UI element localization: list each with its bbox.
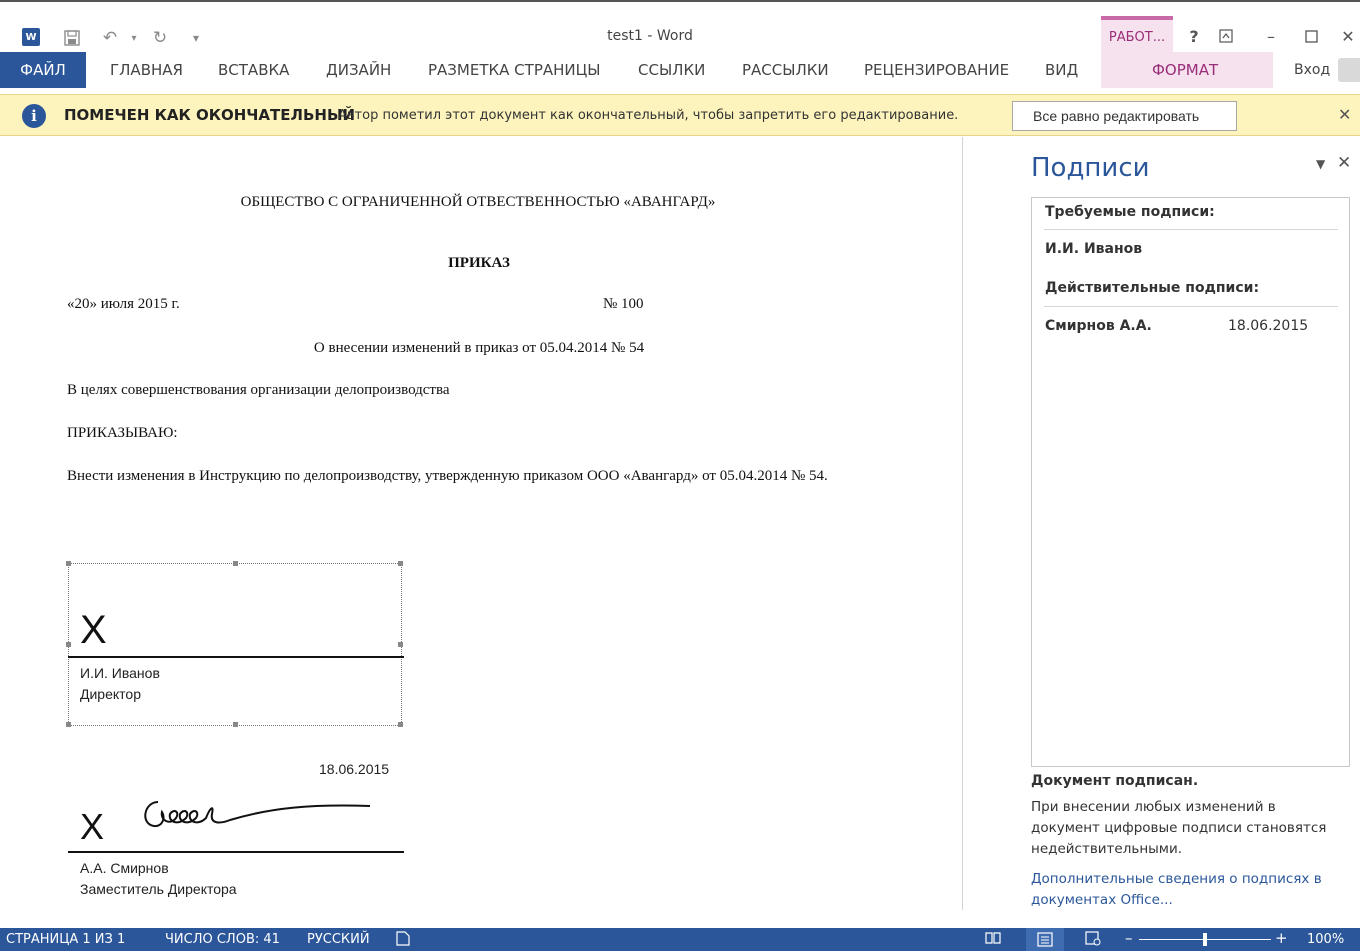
status-title: Документ подписан. [1031, 773, 1199, 789]
tab-format[interactable]: ФОРМАТ [1152, 52, 1218, 88]
tab-design[interactable]: ДИЗАЙН [326, 52, 391, 88]
resize-handle[interactable] [66, 722, 71, 727]
divider [1044, 306, 1338, 307]
window-title: test1 - Word [607, 28, 693, 44]
close-window-icon[interactable]: ✕ [1334, 24, 1360, 48]
undo-dropdown-icon[interactable]: ▾ [124, 28, 144, 48]
signer-name: А.А. Смирнов [80, 860, 169, 876]
print-layout-icon[interactable] [1026, 928, 1064, 951]
org-name: ОБЩЕСТВО С ОГРАНИЧЕННОЙ ОТВЕСТВЕННОСТЬЮ … [240, 194, 716, 210]
proofing-icon[interactable] [396, 931, 410, 950]
web-layout-icon[interactable] [1085, 931, 1101, 950]
close-icon[interactable]: ✕ [1338, 105, 1351, 124]
divider [1044, 229, 1338, 230]
contextual-tab-header: РАБОТ... [1101, 16, 1173, 54]
document-edge [962, 137, 963, 910]
tab-mailings[interactable]: РАССЫЛКИ [742, 52, 829, 88]
resize-handle[interactable] [233, 561, 238, 566]
doc-heading: ПРИКАЗ [448, 255, 510, 271]
list-item[interactable]: Смирнов А.А. [1045, 318, 1152, 334]
page-counter[interactable]: СТРАНИЦА 1 ИЗ 1 [6, 932, 125, 947]
tab-insert[interactable]: ВСТАВКА [218, 52, 289, 88]
tab-page-layout[interactable]: РАЗМЕТКА СТРАНИЦЫ [428, 52, 601, 88]
list-item[interactable]: И.И. Иванов [1045, 241, 1142, 257]
handwritten-signature-icon [144, 801, 371, 828]
help-link[interactable]: Дополнительные сведения о подписях в док… [1031, 869, 1336, 911]
customize-qat-icon[interactable]: ▾ [186, 28, 206, 48]
maximize-icon[interactable] [1297, 24, 1325, 48]
ribbon-display-options-icon[interactable] [1212, 24, 1240, 48]
signature-line [68, 656, 404, 658]
doc-body: Внести изменения в Инструкцию по делопро… [67, 468, 828, 484]
tab-home[interactable]: ГЛАВНАЯ [110, 52, 183, 88]
word-count[interactable]: ЧИСЛО СЛОВ: 41 [165, 932, 280, 947]
info-icon: i [22, 104, 46, 128]
tab-review[interactable]: РЕЦЕНЗИРОВАНИЕ [864, 52, 1009, 88]
signature-date: 18.06.2015 [319, 761, 390, 777]
signature-line [68, 851, 404, 853]
signature-date: 18.06.2015 [1228, 318, 1309, 334]
signer-title: Заместитель Директора [80, 881, 237, 897]
status-bar: СТРАНИЦА 1 ИЗ 1 ЧИСЛО СЛОВ: 41 РУССКИЙ –… [0, 928, 1360, 951]
minimize-icon[interactable]: – [1257, 24, 1285, 48]
doc-subject: О внесении изменений в приказ от 05.04.2… [313, 340, 645, 356]
doc-number: № 100 [603, 296, 644, 312]
undo-icon[interactable]: ↶ [100, 28, 120, 48]
signature-x-mark: X [80, 806, 105, 847]
resize-handle[interactable] [398, 642, 403, 647]
tab-file[interactable]: ФАЙЛ [0, 52, 86, 88]
doc-purpose: В целях совершенствования организации де… [67, 382, 450, 398]
ribbon-tabs: ФАЙЛ ГЛАВНАЯ ВСТАВКА ДИЗАЙН РАЗМЕТКА СТР… [0, 52, 1360, 88]
signer-name: И.И. Иванов [80, 665, 160, 681]
resize-handle[interactable] [233, 722, 238, 727]
help-button[interactable]: ? [1180, 24, 1208, 48]
required-header: Требуемые подписи: [1045, 204, 1215, 220]
message-bar: i ПОМЕЧЕН КАК ОКОНЧАТЕЛЬНЫЙ Автор помети… [0, 94, 1360, 136]
signin-link[interactable]: Вход [1294, 52, 1330, 88]
valid-header: Действительные подписи: [1045, 280, 1260, 296]
signer-title: Директор [80, 686, 141, 702]
pane-title: Подписи [1031, 153, 1150, 183]
zoom-out-icon[interactable]: – [1125, 929, 1133, 947]
tab-view[interactable]: ВИД [1045, 52, 1078, 88]
language[interactable]: РУССКИЙ [307, 932, 370, 947]
message-bar-title: ПОМЕЧЕН КАК ОКОНЧАТЕЛЬНЫЙ [64, 106, 356, 124]
zoom-in-icon[interactable]: + [1275, 929, 1288, 947]
pane-options-icon[interactable]: ▼ [1316, 157, 1325, 171]
tab-references[interactable]: ССЫЛКИ [638, 52, 705, 88]
doc-date: «20» июля 2015 г. [67, 296, 180, 312]
doc-order: ПРИКАЗЫВАЮ: [67, 425, 178, 441]
redo-icon[interactable]: ↻ [150, 28, 170, 48]
resize-handle[interactable] [66, 642, 71, 647]
signature-list: Требуемые подписи: И.И. Иванов Действите… [1031, 197, 1350, 767]
resize-handle[interactable] [398, 722, 403, 727]
resize-handle[interactable] [66, 561, 71, 566]
edit-anyway-button[interactable]: Все равно редактировать [1012, 101, 1237, 131]
zoom-level[interactable]: 100% [1307, 932, 1344, 947]
pane-close-icon[interactable]: ✕ [1337, 153, 1351, 173]
message-bar-text: Автор пометил этот документ как окончате… [338, 108, 959, 123]
resize-handle[interactable] [398, 561, 403, 566]
word-app-icon[interactable]: W [22, 28, 40, 46]
zoom-slider-thumb[interactable] [1203, 933, 1207, 946]
read-mode-icon[interactable] [985, 931, 1001, 949]
status-text: При внесении любых изменений в документ … [1031, 799, 1327, 857]
user-avatar-icon[interactable] [1338, 58, 1360, 82]
signature-x-mark: X [80, 608, 107, 652]
save-icon[interactable] [62, 28, 82, 48]
title-bar: W ↶ ▾ ↻ ▾ test1 - Word РАБОТ... ? – ✕ [0, 0, 1360, 54]
